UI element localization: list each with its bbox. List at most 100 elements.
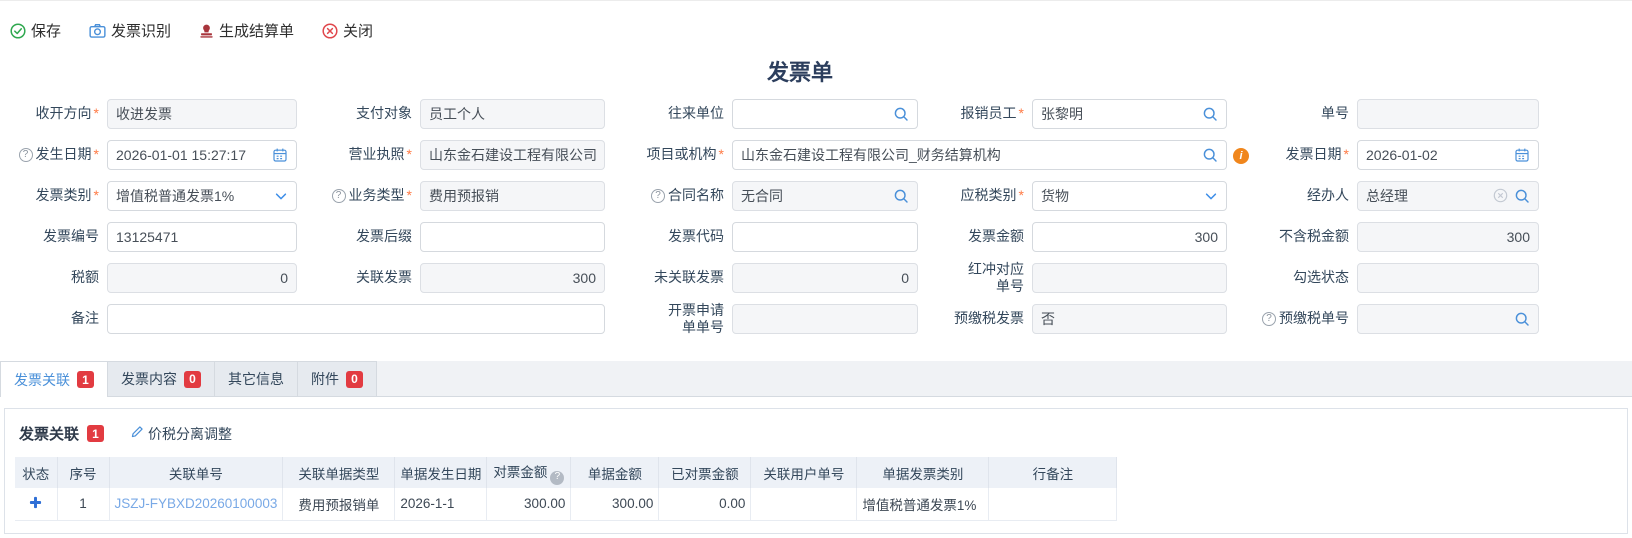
price-tax-adjust-button[interactable]: 价税分离调整	[130, 424, 232, 444]
tab-attachments[interactable]: 附件 0	[297, 361, 377, 396]
counterparty-field[interactable]	[732, 99, 918, 129]
business-license-field: 山东金石建设工程有限公司	[420, 140, 605, 170]
tab-invoice-content[interactable]: 发票内容 0	[107, 361, 215, 396]
help-icon: ?	[550, 471, 564, 485]
amount-excl-tax-field: 300	[1357, 222, 1539, 252]
required-marker: *	[94, 105, 99, 121]
page-title: 发票单	[0, 55, 1600, 85]
tab-other-info[interactable]: 其它信息	[214, 361, 298, 396]
prepaid-tax-no-label: ?预缴税单号	[1227, 310, 1357, 326]
invoice-recognition-label: 发票识别	[111, 20, 171, 41]
invoice-no-field[interactable]: 13125471	[107, 222, 297, 252]
search-icon[interactable]	[1202, 147, 1218, 163]
remark-label: 备注	[0, 310, 107, 326]
tab-strip: 发票关联 1 发票内容 0 其它信息 附件 0	[0, 361, 1632, 397]
pencil-icon	[130, 425, 144, 442]
unlinked-invoice-label: 未关联发票	[605, 269, 732, 285]
required-marker: *	[94, 187, 99, 203]
cell-matched-done: 0.00	[659, 488, 751, 520]
invoice-category-select[interactable]: 增值税普通发票1%	[107, 181, 297, 211]
tax-category-select[interactable]: 货物	[1032, 181, 1227, 211]
linked-invoice-label: 关联发票	[297, 269, 420, 285]
contract-name-field[interactable]: 无合同	[732, 181, 918, 211]
prepaid-tax-invoice-field: 否	[1032, 304, 1227, 334]
remark-field[interactable]	[107, 304, 605, 334]
red-reverse-no-field	[1032, 263, 1227, 293]
pay-target-label: 支付对象	[297, 105, 420, 121]
project-org-field[interactable]: 山东金石建设工程有限公司_财务结算机构 i	[732, 140, 1227, 170]
search-icon[interactable]	[1514, 311, 1530, 327]
col-occur-date: 单据发生日期	[395, 457, 487, 488]
col-user-doc-no: 关联用户单号	[751, 457, 857, 488]
section-title: 发票关联	[19, 423, 79, 444]
search-icon[interactable]	[893, 188, 909, 204]
invoice-form: 收开方向* 收进发票 支付对象 员工个人 往来单位 报销员工* 张黎明 单号 ?…	[0, 93, 1632, 339]
save-button[interactable]: 保存	[10, 20, 61, 41]
invoice-date-field[interactable]: 2026-01-02	[1357, 140, 1539, 170]
check-status-label: 勾选状态	[1227, 269, 1357, 285]
chevron-down-icon[interactable]	[1204, 189, 1218, 203]
search-icon[interactable]	[1514, 188, 1530, 204]
project-org-label: 项目或机构*	[605, 146, 732, 162]
red-reverse-no-label: 红冲对应单号	[918, 261, 1032, 293]
occur-date-field[interactable]: 2026-01-01 15:27:17	[107, 140, 297, 170]
business-type-label: ?业务类型*	[297, 187, 420, 203]
clear-icon[interactable]	[1493, 188, 1508, 203]
doc-no-label: 单号	[1227, 105, 1357, 121]
reimburse-employee-field[interactable]: 张黎明	[1032, 99, 1227, 129]
col-line-remark: 行备注	[989, 457, 1117, 488]
close-circle-icon	[322, 23, 338, 39]
close-label: 关闭	[343, 20, 373, 41]
col-matched-done: 已对票金额	[659, 457, 751, 488]
counterparty-label: 往来单位	[605, 105, 732, 121]
search-icon[interactable]	[893, 106, 909, 122]
invoice-suffix-field[interactable]	[420, 222, 605, 252]
direction-field: 收进发票	[107, 99, 297, 129]
invoice-code-label: 发票代码	[605, 228, 732, 244]
required-marker: *	[1019, 187, 1024, 203]
col-status: 状态	[15, 457, 57, 488]
cell-line-remark	[989, 488, 1117, 520]
invoice-recognition-button[interactable]: 发票识别	[89, 20, 171, 41]
invoice-code-field[interactable]	[732, 222, 918, 252]
col-invoice-type: 单据发票类别	[857, 457, 989, 488]
occur-date-label: ?发生日期*	[0, 146, 107, 162]
help-icon: ?	[651, 189, 665, 203]
toolbar: 保存 发票识别 生成结算单 关闭	[0, 1, 1632, 43]
cell-seq: 1	[57, 488, 109, 520]
tab-count-badge: 0	[184, 371, 201, 388]
invoice-amount-field[interactable]: 300	[1032, 222, 1227, 252]
invoice-category-label: 发票类别*	[0, 187, 107, 203]
tab-invoice-links[interactable]: 发票关联 1	[0, 361, 108, 397]
chevron-down-icon[interactable]	[274, 189, 288, 203]
prepaid-tax-no-field[interactable]	[1357, 304, 1539, 334]
cell-invoice-type: 增值税普通发票1%	[857, 488, 989, 520]
plus-icon[interactable]	[29, 497, 42, 512]
help-icon: ?	[332, 189, 346, 203]
cell-matched-amount: 300.00	[487, 488, 571, 520]
tab-count-badge: 1	[77, 371, 94, 388]
calendar-icon[interactable]	[272, 147, 288, 163]
price-tax-adjust-label: 价税分离调整	[148, 424, 232, 444]
direction-label: 收开方向*	[0, 105, 107, 121]
cell-doc-type: 费用预报销单	[283, 488, 395, 520]
agent-label: 经办人	[1227, 187, 1357, 203]
agent-field[interactable]: 总经理	[1357, 181, 1539, 211]
generate-settlement-button[interactable]: 生成结算单	[199, 20, 294, 41]
invoice-no-label: 发票编号	[0, 228, 107, 244]
linked-invoice-field: 300	[420, 263, 605, 293]
search-icon[interactable]	[1202, 106, 1218, 122]
camera-icon	[89, 23, 106, 39]
calendar-icon[interactable]	[1514, 147, 1530, 163]
save-label: 保存	[31, 20, 61, 41]
tab-label: 发票内容	[121, 369, 177, 389]
invoice-suffix-label: 发票后缀	[297, 228, 420, 244]
close-button[interactable]: 关闭	[322, 20, 373, 41]
business-type-field: 费用预报销	[420, 181, 605, 211]
stamp-icon	[199, 23, 214, 39]
check-circle-icon	[10, 23, 26, 39]
linked-doc-link[interactable]: JSZJ-FYBXD20260100003	[115, 496, 278, 511]
required-marker: *	[94, 146, 99, 162]
table-header-row: 状态 序号 关联单号 关联单据类型 单据发生日期 对票金额? 单据金额 已对票金…	[15, 457, 1117, 488]
table-row: 1 JSZJ-FYBXD20260100003 费用预报销单 2026-1-1 …	[15, 488, 1117, 520]
